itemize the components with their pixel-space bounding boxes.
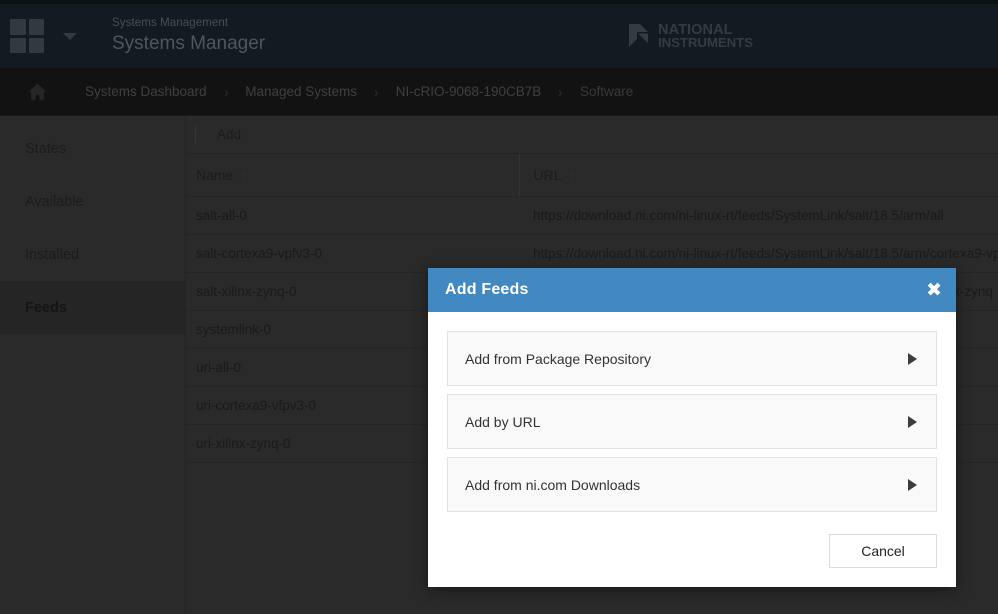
chevron-right-icon <box>908 415 917 428</box>
option-add-from-package-repository[interactable]: Add from Package Repository <box>447 331 937 386</box>
dialog-header: Add Feeds ✖ <box>428 268 956 312</box>
option-label: Add from ni.com Downloads <box>465 476 641 493</box>
dialog-body: Add from Package Repository Add by URL A… <box>428 312 956 523</box>
dialog-title: Add Feeds <box>445 281 529 298</box>
app-window: Systems Management Systems Manager NATIO… <box>0 0 998 614</box>
option-label: Add by URL <box>465 413 541 430</box>
option-label: Add from Package Repository <box>465 350 651 367</box>
option-add-from-ni-com-downloads[interactable]: Add from ni.com Downloads <box>447 457 937 512</box>
dialog-footer: Cancel <box>428 523 956 587</box>
add-feeds-dialog: Add Feeds ✖ Add from Package Repository … <box>428 268 956 587</box>
cancel-button[interactable]: Cancel <box>829 534 937 568</box>
close-icon[interactable]: ✖ <box>926 281 942 300</box>
chevron-right-icon <box>908 352 917 365</box>
option-add-by-url[interactable]: Add by URL <box>447 394 937 449</box>
chevron-right-icon <box>908 478 917 491</box>
